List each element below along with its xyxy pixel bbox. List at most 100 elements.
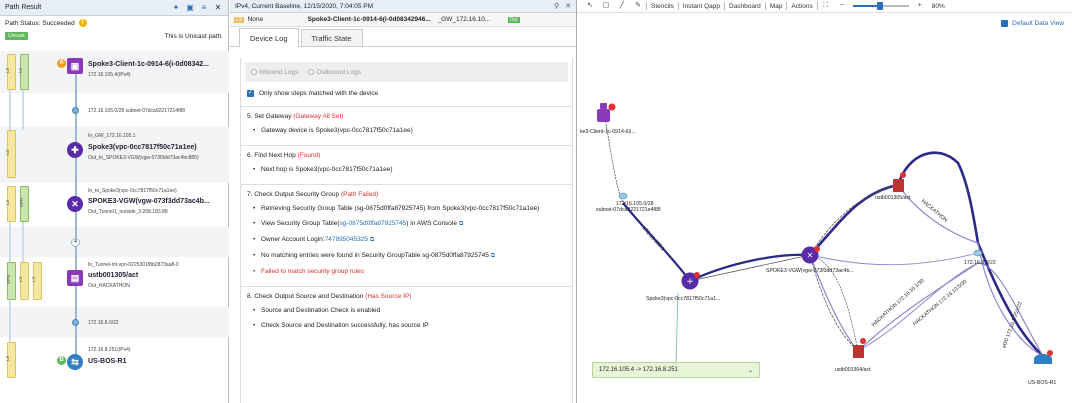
dashboard-menu[interactable]: Dashboard xyxy=(729,3,761,10)
lane-connector xyxy=(9,300,11,342)
warning-icon[interactable]: ! xyxy=(78,19,87,27)
log-entry-text: View Security Group Table( xyxy=(261,220,340,227)
device-log-panel: IPv4, Current Baseline, 12/15/2020, 7:04… xyxy=(230,0,577,403)
subnet8-node[interactable] xyxy=(973,249,983,257)
menu-icon[interactable]: ≡ xyxy=(199,3,209,13)
lane-label: L3 xyxy=(5,199,11,206)
pin-icon[interactable]: ⚲ xyxy=(554,2,559,10)
instant-qapp-menu[interactable]: Instant Qapp xyxy=(683,3,720,10)
panel-title: Path Result xyxy=(5,4,42,11)
subnet-icon xyxy=(72,107,79,114)
fit-icon[interactable]: ⛶ xyxy=(822,2,830,10)
path-type-text: This is Unicast path. xyxy=(164,32,223,40)
log-step-title: 8. Check Output Source and Destination (… xyxy=(247,293,566,300)
line-icon[interactable]: ╱ xyxy=(618,2,626,10)
log-entry-text: Owner Account Login: xyxy=(261,236,325,243)
log-entry: No matching entries were found in Securi… xyxy=(253,251,566,261)
lane-connector xyxy=(9,90,11,130)
subnet-icon xyxy=(72,319,79,326)
gw-name: _GW_172.16.10... xyxy=(437,16,491,23)
log-direction: Inbound Logs Outbound Logs xyxy=(245,62,568,82)
map-link[interactable] xyxy=(857,262,979,352)
map-toolbar: ↖ ▢ ╱ ✎ Stencils Instant Qapp Dashboard … xyxy=(578,0,1072,13)
step-status-tag: (Found) xyxy=(297,152,321,159)
lane-label: L3 xyxy=(18,67,24,74)
hop-name: SPOKE3-VGW(vgw-073f3dd73ac4b... xyxy=(88,198,210,205)
external-link-icon[interactable]: ⧉ xyxy=(370,237,374,243)
vgw-node[interactable]: ✕ xyxy=(801,246,821,264)
filter-checkbox-row[interactable]: ✓ Only show steps matched with the devic… xyxy=(241,86,572,100)
pen-icon[interactable]: ✎ xyxy=(634,2,642,10)
vgw-icon[interactable]: ✕ xyxy=(67,196,83,212)
pointer-icon[interactable]: ↖ xyxy=(586,2,594,10)
map-label-subnet: subnet-07dca9221721e4f88 xyxy=(596,207,661,213)
log-entry-link[interactable]: sg-0875d0ffa87925745 xyxy=(340,220,407,227)
step-title-text: 5. Set Gateway xyxy=(247,113,294,120)
status-value: Succeeded xyxy=(42,19,75,27)
hop-name: Spoke3(vpc-0cc7817f50c71a1ee) xyxy=(88,144,197,151)
zoom-in-icon[interactable]: + xyxy=(916,2,924,10)
path-selector[interactable]: 172.16.105.4 -> 172.16.8.251 ⌄ xyxy=(592,362,760,378)
map-label-bos: US-BOS-R1 xyxy=(1028,380,1057,386)
external-link-icon[interactable]: ⧉ xyxy=(459,221,463,227)
inbound-radio[interactable]: Inbound Logs xyxy=(251,69,298,76)
map-menu[interactable]: Map xyxy=(770,3,783,10)
close-icon[interactable]: ✕ xyxy=(565,2,571,10)
save-icon[interactable]: ▣ xyxy=(185,3,195,13)
step-marker[interactable]: 4 xyxy=(71,238,80,247)
hop-name: ustb001305/act xyxy=(88,272,139,279)
log-step-title: 5. Set Gateway (Gateway All Set) xyxy=(247,113,566,120)
hop-summary-row[interactable]: L3 None Spoke3-Client-1c-0914-6(i-0d0834… xyxy=(230,13,576,27)
map-link[interactable] xyxy=(809,252,979,266)
log-entry: Failed to match security group rules xyxy=(253,267,566,276)
lane-connector xyxy=(22,222,24,262)
zoom-out-icon[interactable]: − xyxy=(838,2,846,10)
log-entry-link[interactable]: 747895045325 xyxy=(325,236,368,243)
lane-label: L3 xyxy=(5,67,11,74)
lane-label: L3 xyxy=(5,355,11,362)
tab-traffic-state[interactable]: Traffic State xyxy=(300,29,363,46)
step-title-text: 7. Check Output Security Group xyxy=(247,191,341,198)
highlight-icon[interactable]: ✦ xyxy=(171,3,181,13)
subnet-node[interactable] xyxy=(618,192,628,200)
firewall-router-icon[interactable]: ▤ xyxy=(67,270,83,286)
zoom-slider[interactable] xyxy=(852,2,909,10)
hop-ip: 172.16.105.4(IPv4) xyxy=(88,72,131,78)
log-tabs: Device Log Traffic State xyxy=(230,27,576,47)
log-entry-text: Failed to match security group rules xyxy=(261,268,364,275)
router-top-node[interactable] xyxy=(893,172,906,192)
external-link-icon[interactable]: ⧉ xyxy=(491,253,495,259)
log-header: IPv4, Current Baseline, 12/15/2020, 7:04… xyxy=(230,0,576,13)
tab-device-log[interactable]: Device Log xyxy=(239,28,299,47)
step-status-tag: (Has Source IP) xyxy=(365,293,412,300)
step-status-tag: (Gateway All Set) xyxy=(293,113,344,120)
close-icon[interactable]: ✕ xyxy=(213,3,223,13)
log-step: 6. Find Next Hop (Found) Next hop is Spok… xyxy=(241,145,572,184)
log-step: 8. Check Output Source and Destination (… xyxy=(241,286,572,340)
hop-name: US-BOS-R1 xyxy=(88,358,127,365)
stencils-menu[interactable]: Stencils xyxy=(651,3,674,10)
outbound-radio[interactable]: Outbound Logs xyxy=(308,69,361,76)
rectangle-icon[interactable]: ▢ xyxy=(602,2,610,10)
log-step-title: 6. Find Next Hop (Found) xyxy=(247,152,566,159)
client-vm-node[interactable] xyxy=(597,103,616,122)
zoom-slider-knob[interactable] xyxy=(876,2,883,10)
log-entry: Source and Destination Check is enabled xyxy=(253,306,566,315)
log-entry-text: Retrieving Security Group Table (sg-0875… xyxy=(261,205,540,212)
link-label: 172.16.105.0/28 subnet-07dca92217214f88 xyxy=(88,108,186,114)
out-badge: Out xyxy=(507,16,520,23)
chevron-down-icon: ⌄ xyxy=(747,367,753,374)
map-link[interactable] xyxy=(675,292,679,364)
log-entry-text: Next hop is Spoke3(vpc-0cc7817f50c71a1ee… xyxy=(261,166,393,173)
map-panel: ↖ ▢ ╱ ✎ Stencils Instant Qapp Dashboard … xyxy=(578,0,1072,403)
vm-icon[interactable]: ▣ xyxy=(67,58,83,74)
log-entry: View Security Group Table(sg-0875d0ffa87… xyxy=(253,219,566,229)
checkbox-checked-icon[interactable]: ✓ xyxy=(247,89,254,97)
lane-label: L3 xyxy=(31,276,37,283)
app-root: Path Result ✦ ▣ ≡ ✕ Path Status: Succeed… xyxy=(0,0,1072,403)
actions-menu[interactable]: Actions xyxy=(791,3,812,10)
log-entry-text: Check Source and Destination successfull… xyxy=(261,322,429,329)
router-icon[interactable]: ⇆ xyxy=(67,354,83,370)
map-label-router-bot: ustb001304/act xyxy=(835,367,871,373)
vpc-router-icon[interactable]: ✚ xyxy=(67,142,83,158)
